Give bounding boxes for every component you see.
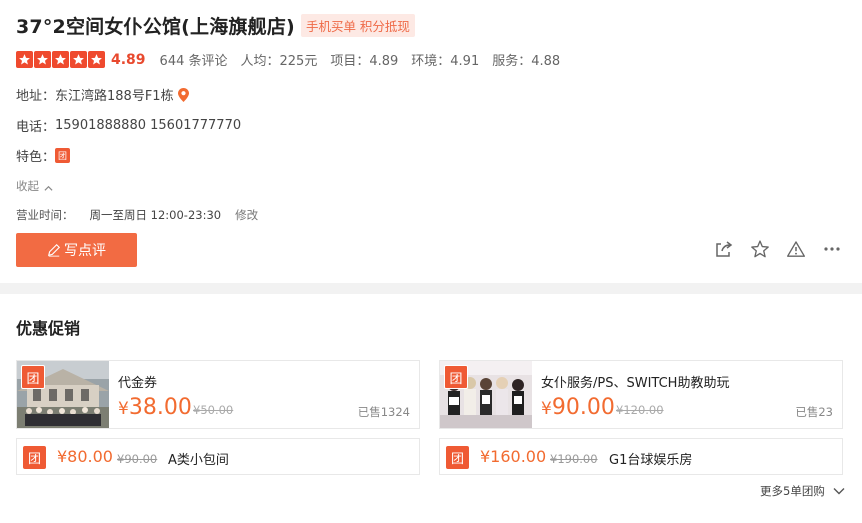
group-buy-badge: 团 <box>23 446 46 469</box>
report-warning-icon[interactable] <box>786 239 806 259</box>
title-row: 37°2空间女仆公馆(上海旗舰店) 手机买单 积分抵现 <box>16 12 415 39</box>
small-deal-name: G1台球娱乐房 <box>609 453 693 468</box>
group-buy-badge: 团 <box>446 446 469 469</box>
collapse-toggle[interactable]: 收起 <box>16 178 53 194</box>
small-deal-original-price: ¥90.00 <box>117 452 158 466</box>
rating-row: 4.89 644 条评论 人均：225元 项目：4.89 环境：4.91 服务：… <box>16 50 573 69</box>
service-score: 服务：4.88 <box>492 54 561 69</box>
rating-score: 4.89 <box>111 51 146 68</box>
address-label: 地址： <box>16 89 56 104</box>
share-icon[interactable] <box>714 239 734 259</box>
group-buy-badge: 团 <box>55 148 71 163</box>
deal-sold-count: 已售1324 <box>357 405 410 419</box>
small-deal-price: ¥160.00 <box>480 447 547 466</box>
small-deal-original-price: ¥190.00 <box>550 452 598 466</box>
deal-name: 代金券 <box>118 376 158 391</box>
deal-card[interactable]: 团 女仆服务/PS、SWITCH助教助玩 ¥90.00 ¥120.00 已售23 <box>439 360 843 429</box>
star-rating <box>16 51 105 68</box>
address-text: 东江湾路188号F1栋 <box>55 89 174 104</box>
hours-label: 营业时间： <box>16 208 74 222</box>
deal-sold-count: 已售23 <box>795 405 833 419</box>
avg-price: 人均：225元 <box>240 54 318 69</box>
promo-title: 优惠促销 <box>16 319 81 338</box>
small-deal-name: A类小包间 <box>168 453 229 468</box>
section-divider <box>0 283 862 294</box>
group-buy-badge: 团 <box>444 365 468 389</box>
small-deal-price: ¥80.00 <box>57 447 113 466</box>
deal-thumbnail: 团 <box>440 361 532 428</box>
star-icon <box>70 51 87 68</box>
feature-label: 特色： <box>16 150 56 165</box>
group-buy-badge: 团 <box>21 365 45 389</box>
deal-price: ¥38.00 <box>118 395 192 420</box>
hours-value: 周一至周日 12:00-23:30 <box>89 208 222 222</box>
payment-tag[interactable]: 手机买单 积分抵现 <box>300 14 415 37</box>
phone-label: 电话： <box>16 120 56 135</box>
currency-symbol: ¥ <box>118 399 129 419</box>
pencil-icon <box>47 243 61 257</box>
hours-edit-link[interactable]: 修改 <box>235 207 258 223</box>
more-deals-label: 更多5单团购 <box>760 484 825 498</box>
write-review-label: 写点评 <box>64 242 106 258</box>
address-row: 地址： 东江湾路188号F1栋 <box>16 85 189 104</box>
favorite-star-icon[interactable] <box>750 239 770 259</box>
location-pin-icon[interactable] <box>177 87 189 102</box>
deal-original-price: ¥50.00 <box>193 403 234 417</box>
phone-numbers: 15901888880 15601777770 <box>55 118 242 133</box>
more-dots-icon[interactable] <box>822 239 842 259</box>
hours-row: 营业时间： 周一至周日 12:00-23:30 修改 <box>16 207 258 223</box>
star-icon <box>52 51 69 68</box>
deal-name: 女仆服务/PS、SWITCH助教助玩 <box>541 376 730 391</box>
more-deals-link[interactable]: 更多5单团购 <box>760 483 845 499</box>
deal-original-price: ¥120.00 <box>616 403 664 417</box>
deal-price-value: 90.00 <box>551 395 615 420</box>
phone-row: 电话： 15901888880 15601777770 <box>16 116 241 135</box>
deal-card[interactable]: 团 代金券 ¥38.00 ¥50.00 已售1324 <box>16 360 420 429</box>
action-toolbar <box>714 239 842 259</box>
deal-price: ¥90.00 <box>541 395 615 420</box>
item-score: 项目：4.89 <box>330 54 399 69</box>
deal-thumbnail: 团 <box>17 361 109 428</box>
promo-section: 优惠促销 团 代金券 ¥38.00 ¥50.00 已售1324 团 女仆服务/P… <box>0 294 862 523</box>
star-icon <box>34 51 51 68</box>
currency-symbol: ¥ <box>541 399 552 419</box>
shop-header: 37°2空间女仆公馆(上海旗舰店) 手机买单 积分抵现 4.89 644 条评论… <box>0 0 862 283</box>
review-count-link[interactable]: 644 条评论 <box>160 50 228 69</box>
feature-row: 特色： 团 <box>16 146 71 165</box>
environment-score: 环境：4.91 <box>411 54 480 69</box>
star-icon <box>16 51 33 68</box>
small-deal-card[interactable]: 团 ¥160.00 ¥190.00 G1台球娱乐房 <box>439 438 843 475</box>
star-icon <box>88 51 105 68</box>
write-review-button[interactable]: 写点评 <box>16 233 137 267</box>
shop-title: 37°2空间女仆公馆(上海旗舰店) <box>16 16 295 38</box>
small-deal-card[interactable]: 团 ¥80.00 ¥90.00 A类小包间 <box>16 438 420 475</box>
deal-price-value: 38.00 <box>128 395 192 420</box>
chevron-down-icon <box>833 488 845 495</box>
chevron-up-icon <box>44 182 53 191</box>
collapse-label: 收起 <box>16 179 39 193</box>
